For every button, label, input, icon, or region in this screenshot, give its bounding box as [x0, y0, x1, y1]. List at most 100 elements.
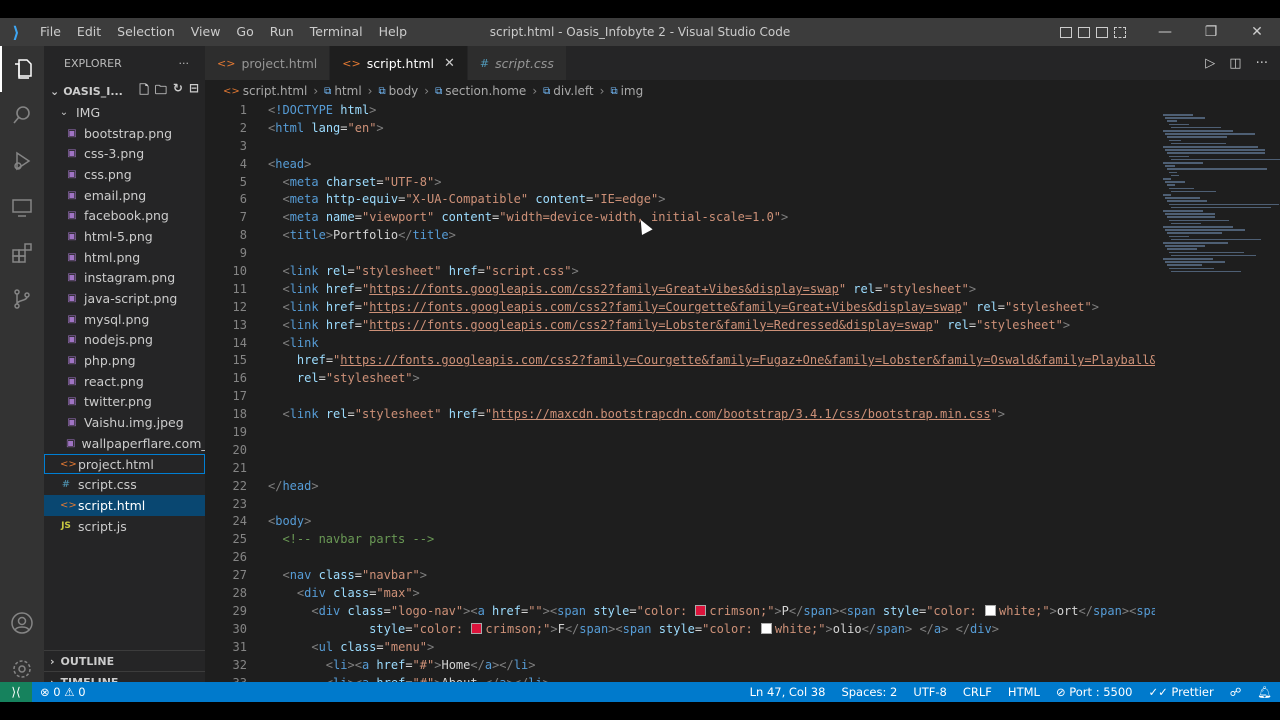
minimap-line [1171, 222, 1201, 225]
source-control-icon[interactable] [0, 276, 44, 322]
file-item[interactable]: ▣ twitter.png [44, 392, 205, 413]
new-folder-icon[interactable]: 🗀 [155, 81, 167, 102]
file-item[interactable]: ▣ facebook.png [44, 205, 205, 226]
file-item[interactable]: ▣ instagram.png [44, 268, 205, 289]
breadcrumb-item[interactable]: section.home [445, 84, 526, 98]
tab-script-html[interactable]: <> script.html ✕ [330, 46, 468, 80]
folder-label: IMG [76, 104, 101, 120]
menu-terminal[interactable]: Terminal [302, 18, 371, 46]
code-line: 9 [239, 246, 247, 261]
minimap-line [1169, 203, 1279, 206]
file-item[interactable]: <> project.html [44, 453, 205, 475]
file-item[interactable]: ▣ html.png [44, 247, 205, 268]
language-mode[interactable]: HTML [1000, 685, 1048, 699]
file-item[interactable]: ▣ email.png [44, 185, 205, 206]
file-label: project.html [78, 456, 154, 472]
prettier-status[interactable]: ✓✓ Prettier [1140, 685, 1221, 699]
explorer-icon[interactable] [0, 46, 44, 92]
minimap-line [1171, 190, 1216, 193]
split-editor-icon[interactable]: ◫ [1229, 56, 1241, 71]
file-label: mysql.png [84, 311, 150, 327]
remote-explorer-icon[interactable] [0, 184, 44, 230]
file-item[interactable]: ▣ wallpaperflare.com_... [44, 433, 205, 454]
warning-icon: ⚠ [64, 685, 75, 699]
minimap-line [1169, 155, 1189, 158]
close-window-button[interactable]: ✕ [1234, 24, 1280, 40]
file-item[interactable]: <> script.html [44, 495, 205, 516]
file-item[interactable]: ▣ css-3.png [44, 143, 205, 164]
file-item[interactable]: # script.css [44, 474, 205, 495]
menu-view[interactable]: View [183, 18, 229, 46]
new-file-icon[interactable]: 🗋 [139, 81, 149, 102]
file-item[interactable]: ▣ bootstrap.png [44, 123, 205, 144]
color-swatch[interactable] [760, 622, 772, 634]
close-tab-icon[interactable]: ✕ [444, 56, 455, 71]
menu-go[interactable]: Go [228, 18, 261, 46]
customize-layout-icon[interactable] [1114, 26, 1126, 38]
file-item[interactable]: ▣ html-5.png [44, 226, 205, 247]
menu-file[interactable]: File [32, 18, 69, 46]
workspace-root[interactable]: ⌄ OASIS_I... 🗋 🗀 ↻ ⊟ [44, 80, 205, 102]
live-server-port[interactable]: ⊘ Port : 5500 [1048, 685, 1141, 699]
file-item[interactable]: ▣ java-script.png [44, 288, 205, 309]
extensions-icon[interactable] [0, 230, 44, 276]
more-actions-icon[interactable]: ··· [179, 57, 190, 70]
problems-indicator[interactable]: ⊗ 0 ⚠ 0 [32, 685, 94, 699]
cursor-position[interactable]: Ln 47, Col 38 [742, 685, 834, 699]
color-swatch[interactable] [985, 604, 996, 616]
minimize-button[interactable]: — [1142, 24, 1188, 40]
html-file-icon: <> [223, 85, 240, 97]
run-debug-icon[interactable] [0, 138, 44, 184]
minimap-line [1169, 123, 1189, 126]
breadcrumb-item[interactable]: html [334, 84, 361, 98]
color-swatch[interactable] [471, 622, 483, 634]
menu-help[interactable]: Help [371, 18, 416, 46]
file-item[interactable]: ▣ nodejs.png [44, 330, 205, 351]
toggle-secondary-sidebar-icon[interactable] [1096, 26, 1108, 38]
html-file-icon: <> [60, 499, 77, 511]
breadcrumb-item[interactable]: body [389, 84, 419, 98]
toggle-panel-icon[interactable] [1078, 26, 1090, 38]
feedback-icon[interactable]: ☍ [1222, 685, 1250, 699]
search-icon[interactable] [0, 92, 44, 138]
minimap[interactable] [1155, 102, 1280, 692]
remote-indicator-icon[interactable]: ⟩⟨ [0, 682, 32, 702]
file-item[interactable]: JS script.js [44, 516, 205, 537]
breadcrumb-item[interactable]: div.left [553, 84, 593, 98]
code-line: 22 </head> [232, 478, 319, 493]
line-endings[interactable]: CRLF [955, 685, 1000, 699]
outline-section[interactable]: › OUTLINE [44, 650, 205, 672]
collapse-all-icon[interactable]: ⊟ [189, 81, 199, 102]
color-swatch[interactable] [695, 604, 707, 616]
refresh-icon[interactable]: ↻ [173, 81, 183, 102]
encoding[interactable]: UTF-8 [905, 685, 955, 699]
file-item[interactable]: ▣ css.png [44, 164, 205, 185]
js-file-icon: JS [61, 521, 71, 532]
menu-edit[interactable]: Edit [69, 18, 109, 46]
tab-script-css[interactable]: # script.css [467, 46, 567, 80]
account-icon[interactable] [0, 600, 44, 646]
html-file-icon: <> [60, 458, 77, 470]
menu-run[interactable]: Run [262, 18, 302, 46]
breadcrumb-item[interactable]: script.html [243, 84, 308, 98]
tab-project-html[interactable]: <> project.html [205, 46, 331, 80]
more-actions-icon[interactable]: ··· [1256, 56, 1268, 71]
file-label: css-3.png [84, 146, 145, 162]
code-editor[interactable]: 1 <!DOCTYPE html> 2 <html lang="en"> 3 4 <h… [205, 102, 1155, 692]
element-icon: ⧉ [610, 85, 618, 97]
file-item[interactable]: ▣ Vaishu.img.jpeg [44, 412, 205, 433]
code-line: 27 <nav class="navbar"> [232, 568, 427, 583]
minimap-line [1171, 126, 1221, 129]
indentation[interactable]: Spaces: 2 [833, 685, 905, 699]
notifications-bell-icon[interactable]: 🔔︎ [1249, 685, 1280, 699]
toggle-sidebar-icon[interactable] [1060, 26, 1072, 38]
minimap-line [1167, 168, 1267, 170]
folder-img[interactable]: ⌄ IMG [44, 102, 205, 123]
file-item[interactable]: ▣ php.png [44, 350, 205, 371]
run-icon[interactable]: ▷ [1205, 56, 1215, 71]
file-item[interactable]: ▣ mysql.png [44, 309, 205, 330]
menu-selection[interactable]: Selection [109, 18, 183, 46]
restore-button[interactable]: ❐ [1188, 24, 1234, 40]
breadcrumb-item[interactable]: img [621, 84, 644, 98]
file-item[interactable]: ▣ react.png [44, 371, 205, 392]
